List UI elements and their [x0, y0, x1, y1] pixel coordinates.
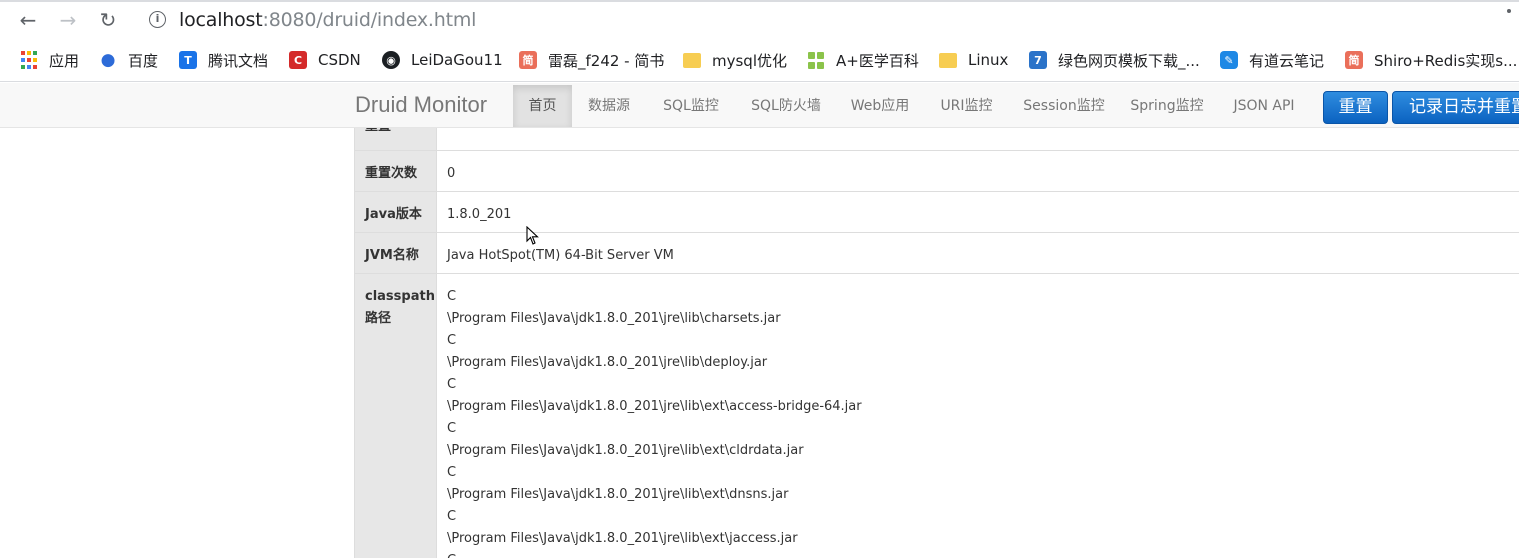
bookmark-label: 百度 [128, 51, 159, 70]
classpath-line: C [447, 289, 457, 304]
bookmark-label: 绿色网页模板下载_... [1058, 51, 1200, 70]
bookmark-linux[interactable]: Linux [939, 50, 1008, 70]
reset-button[interactable]: 重置 [1323, 91, 1388, 124]
row-value: 0 [447, 166, 456, 181]
classpath-line: C [447, 333, 457, 348]
druid-navbar: Druid Monitor 首页 数据源 SQL监控 SQL防火墙 Web应用 … [0, 83, 1519, 128]
bookmark-label: Shiro+Redis实现s... [1374, 51, 1518, 70]
bookmark-label: A+医学百科 [836, 51, 919, 70]
menu-dot-icon[interactable] [1507, 9, 1511, 13]
bookmark-label: 应用 [49, 51, 80, 70]
log-and-reset-button[interactable]: 记录日志并重置 [1392, 91, 1519, 124]
tab-sql-firewall[interactable]: SQL防火墙 [740, 85, 832, 127]
bookmark-label: Linux [968, 51, 1009, 69]
classpath-line: C [447, 550, 862, 558]
classpath-line: C [447, 377, 457, 392]
classpath-line: C [447, 509, 457, 524]
row-label: 重置次数 [355, 151, 437, 191]
classpath-value: C \Program Files\Java\jdk1.8.0_201\jre\l… [447, 274, 862, 558]
row-label: Java版本 [355, 192, 437, 232]
tab-datasource[interactable]: 数据源 [578, 85, 640, 127]
table-row: classpath 路径 C \Program Files\Java\jdk1.… [355, 274, 1519, 558]
bookmark-tencent-docs[interactable]: T 腾讯文档 [179, 50, 268, 70]
url-field[interactable]: localhost:8080/druid/index.html [179, 8, 476, 32]
tab-uri-monitor[interactable]: URI监控 [928, 85, 1005, 127]
classpath-line: \Program Files\Java\jdk1.8.0_201\jre\lib… [447, 311, 781, 326]
tencent-docs-icon: T [179, 51, 197, 69]
tab-session-monitor[interactable]: Session监控 [1015, 85, 1113, 127]
tab-sql-monitor[interactable]: SQL监控 [650, 85, 732, 127]
tab-json-api[interactable]: JSON API [1224, 85, 1304, 127]
bookmark-csdn[interactable]: C CSDN [289, 50, 361, 70]
jianshu-icon: 简 [519, 51, 537, 69]
folder-icon [683, 52, 701, 68]
brand-title[interactable]: Druid Monitor [355, 92, 487, 118]
bookmark-shiro[interactable]: 简 Shiro+Redis实现s... [1345, 50, 1517, 70]
github-icon: ◉ [382, 51, 400, 69]
address-bar: ← → ↻ i localhost:8080/druid/index.html [0, 2, 1519, 38]
row-label: JVM名称 [355, 233, 437, 273]
bookmark-label: mysql优化 [712, 51, 787, 70]
bookmark-label: 腾讯文档 [208, 51, 269, 70]
classpath-line: \Program Files\Java\jdk1.8.0_201\jre\lib… [447, 399, 862, 414]
bookmark-baidu[interactable]: ● 百度 [99, 50, 158, 70]
bookmark-label: CSDN [318, 51, 361, 69]
url-host: localhost [179, 9, 263, 31]
lvse-icon: 7 [1029, 51, 1047, 69]
table-row: 重置 [355, 128, 1519, 151]
row-label: 重置 [355, 128, 437, 150]
bookmark-lvse[interactable]: 7 绿色网页模板下载_... [1029, 50, 1200, 70]
forward-arrow-icon[interactable]: → [55, 7, 81, 33]
youdao-note-icon: ✎ [1220, 51, 1238, 69]
basic-info-table: 重置 重置次数 0 Java版本 1.8.0_201 JVM名称 Java Ho… [354, 128, 1519, 558]
tab-spring-monitor[interactable]: Spring监控 [1124, 85, 1210, 127]
classpath-label: classpath [365, 289, 435, 304]
bookmarks-bar: 应用 ● 百度 T 腾讯文档 C CSDN ◉ LeiDaGou11 简雷磊_f242 … [0, 38, 1519, 82]
back-arrow-icon[interactable]: ← [15, 7, 41, 33]
baidu-paw-icon: ● [100, 50, 116, 70]
bookmark-youdao[interactable]: ✎ 有道云笔记 [1220, 50, 1324, 70]
classpath-line: C [447, 465, 457, 480]
bookmark-label: 有道云笔记 [1249, 51, 1325, 70]
bookmark-jianshu[interactable]: 简雷磊_f242 - 简书 [519, 50, 664, 70]
jianshu-icon: 简 [1345, 51, 1363, 69]
classpath-line: \Program Files\Java\jdk1.8.0_201\jre\lib… [447, 487, 789, 502]
row-value: 1.8.0_201 [447, 207, 512, 222]
classpath-line: \Program Files\Java\jdk1.8.0_201\jre\lib… [447, 355, 768, 370]
tab-home[interactable]: 首页 [513, 85, 572, 127]
green-grid-icon [807, 51, 825, 69]
apps-grid-icon [20, 51, 38, 69]
bookmark-label: 雷磊_f242 - 简书 [548, 51, 665, 70]
folder-icon [939, 52, 957, 68]
reload-icon[interactable]: ↻ [95, 7, 121, 33]
row-value: Java HotSpot(TM) 64-Bit Server VM [447, 248, 674, 263]
classpath-label-suffix: 路径 [365, 311, 392, 326]
table-row: 重置次数 0 [355, 151, 1519, 192]
url-path: :8080/druid/index.html [262, 9, 477, 31]
mouse-cursor-icon [526, 226, 539, 245]
bookmark-mysql[interactable]: mysql优化 [683, 50, 787, 70]
tab-web-app[interactable]: Web应用 [842, 85, 918, 127]
row-label: classpath 路径 [355, 274, 437, 558]
site-info-icon[interactable]: i [149, 11, 166, 28]
classpath-line: \Program Files\Java\jdk1.8.0_201\jre\lib… [447, 531, 798, 546]
bookmark-apps[interactable]: 应用 [20, 50, 79, 70]
classpath-line: \Program Files\Java\jdk1.8.0_201\jre\lib… [447, 443, 804, 458]
bookmark-github[interactable]: ◉ LeiDaGou11 [382, 50, 503, 70]
classpath-line: C [447, 421, 457, 436]
bookmark-label: LeiDaGou11 [411, 51, 503, 69]
bookmark-medical[interactable]: A+医学百科 [807, 50, 919, 70]
csdn-icon: C [289, 51, 307, 69]
